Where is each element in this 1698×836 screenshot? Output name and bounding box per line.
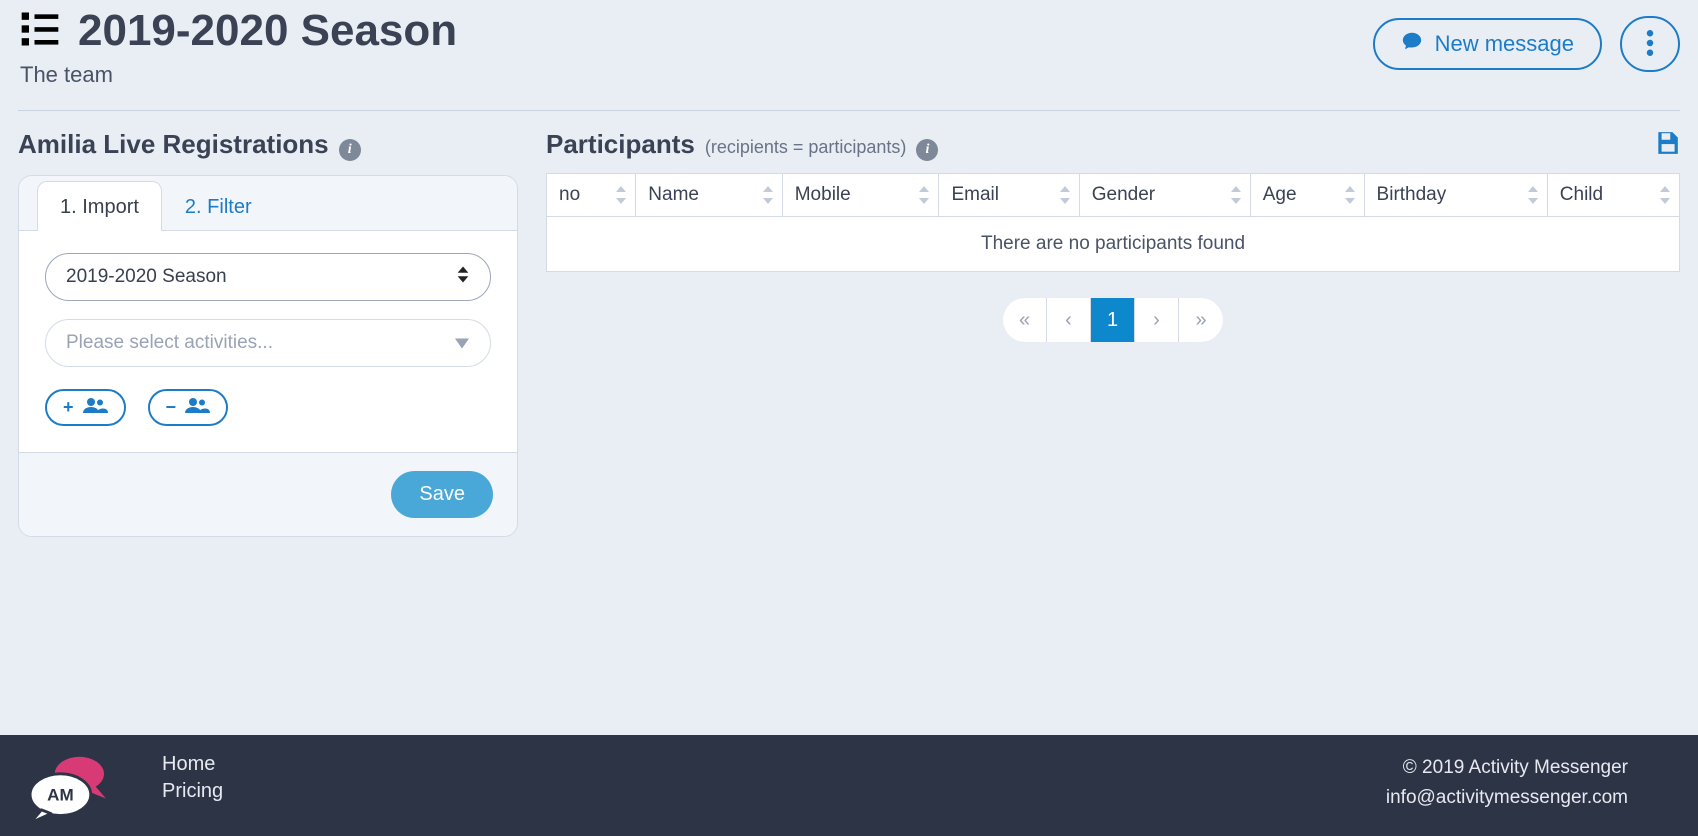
participants-table: no Name Mobile Email Gender Age Birthday… bbox=[546, 173, 1680, 272]
kebab-icon bbox=[1646, 30, 1654, 59]
new-message-label: New message bbox=[1435, 31, 1574, 57]
right-section-title: Participants bbox=[546, 129, 695, 160]
divider bbox=[18, 110, 1680, 111]
col-age[interactable]: Age bbox=[1250, 174, 1364, 217]
sort-icon bbox=[1527, 186, 1539, 204]
add-group-button[interactable]: + bbox=[45, 389, 126, 426]
col-email[interactable]: Email bbox=[939, 174, 1079, 217]
plus-icon: + bbox=[63, 397, 74, 418]
footer-email[interactable]: info@activitymessenger.com bbox=[1386, 783, 1628, 813]
sort-icon bbox=[615, 186, 627, 204]
season-select[interactable]: 2019-2020 Season bbox=[45, 253, 491, 301]
speech-bubble-icon bbox=[1401, 30, 1423, 58]
list-icon bbox=[18, 7, 62, 56]
sort-icon bbox=[1230, 186, 1242, 204]
group-icon bbox=[82, 397, 108, 418]
col-name[interactable]: Name bbox=[636, 174, 782, 217]
sort-icon bbox=[1344, 186, 1356, 204]
minus-icon: − bbox=[166, 397, 177, 418]
pager-page-1[interactable]: 1 bbox=[1091, 298, 1135, 342]
col-birthday[interactable]: Birthday bbox=[1364, 174, 1547, 217]
tab-filter[interactable]: 2. Filter bbox=[162, 181, 275, 231]
logo: AM bbox=[20, 753, 116, 830]
info-icon[interactable]: i bbox=[916, 139, 938, 161]
pager-last[interactable]: » bbox=[1179, 298, 1223, 342]
col-mobile[interactable]: Mobile bbox=[782, 174, 939, 217]
sort-icon bbox=[1659, 186, 1671, 204]
group-icon bbox=[184, 397, 210, 418]
pager: « ‹ 1 › » bbox=[1003, 298, 1223, 342]
page-title: 2019-2020 Season bbox=[78, 6, 457, 56]
save-disk-button[interactable] bbox=[1654, 130, 1680, 161]
info-icon[interactable]: i bbox=[339, 139, 361, 161]
page-subtitle: The team bbox=[20, 62, 457, 88]
col-child[interactable]: Child bbox=[1547, 174, 1679, 217]
save-button[interactable]: Save bbox=[391, 471, 493, 518]
empty-state: There are no participants found bbox=[547, 217, 1680, 272]
sort-icon bbox=[762, 186, 774, 204]
col-no[interactable]: no bbox=[547, 174, 636, 217]
footer-link-pricing[interactable]: Pricing bbox=[162, 780, 223, 803]
sort-icon bbox=[918, 186, 930, 204]
tab-import[interactable]: 1. Import bbox=[37, 181, 162, 231]
new-message-button[interactable]: New message bbox=[1373, 18, 1602, 70]
svg-text:AM: AM bbox=[47, 785, 74, 804]
footer-copyright: © 2019 Activity Messenger bbox=[1386, 753, 1628, 783]
pager-first[interactable]: « bbox=[1003, 298, 1047, 342]
remove-group-button[interactable]: − bbox=[148, 389, 229, 426]
more-actions-button[interactable] bbox=[1620, 16, 1680, 72]
sort-icon bbox=[1059, 186, 1071, 204]
pager-next[interactable]: › bbox=[1135, 298, 1179, 342]
right-section-hint: (recipients = participants) bbox=[705, 137, 907, 158]
pager-prev[interactable]: ‹ bbox=[1047, 298, 1091, 342]
activities-select[interactable]: Please select activities... bbox=[45, 319, 491, 367]
col-gender[interactable]: Gender bbox=[1079, 174, 1250, 217]
footer-link-home[interactable]: Home bbox=[162, 753, 223, 776]
left-section-title: Amilia Live Registrations bbox=[18, 129, 329, 160]
